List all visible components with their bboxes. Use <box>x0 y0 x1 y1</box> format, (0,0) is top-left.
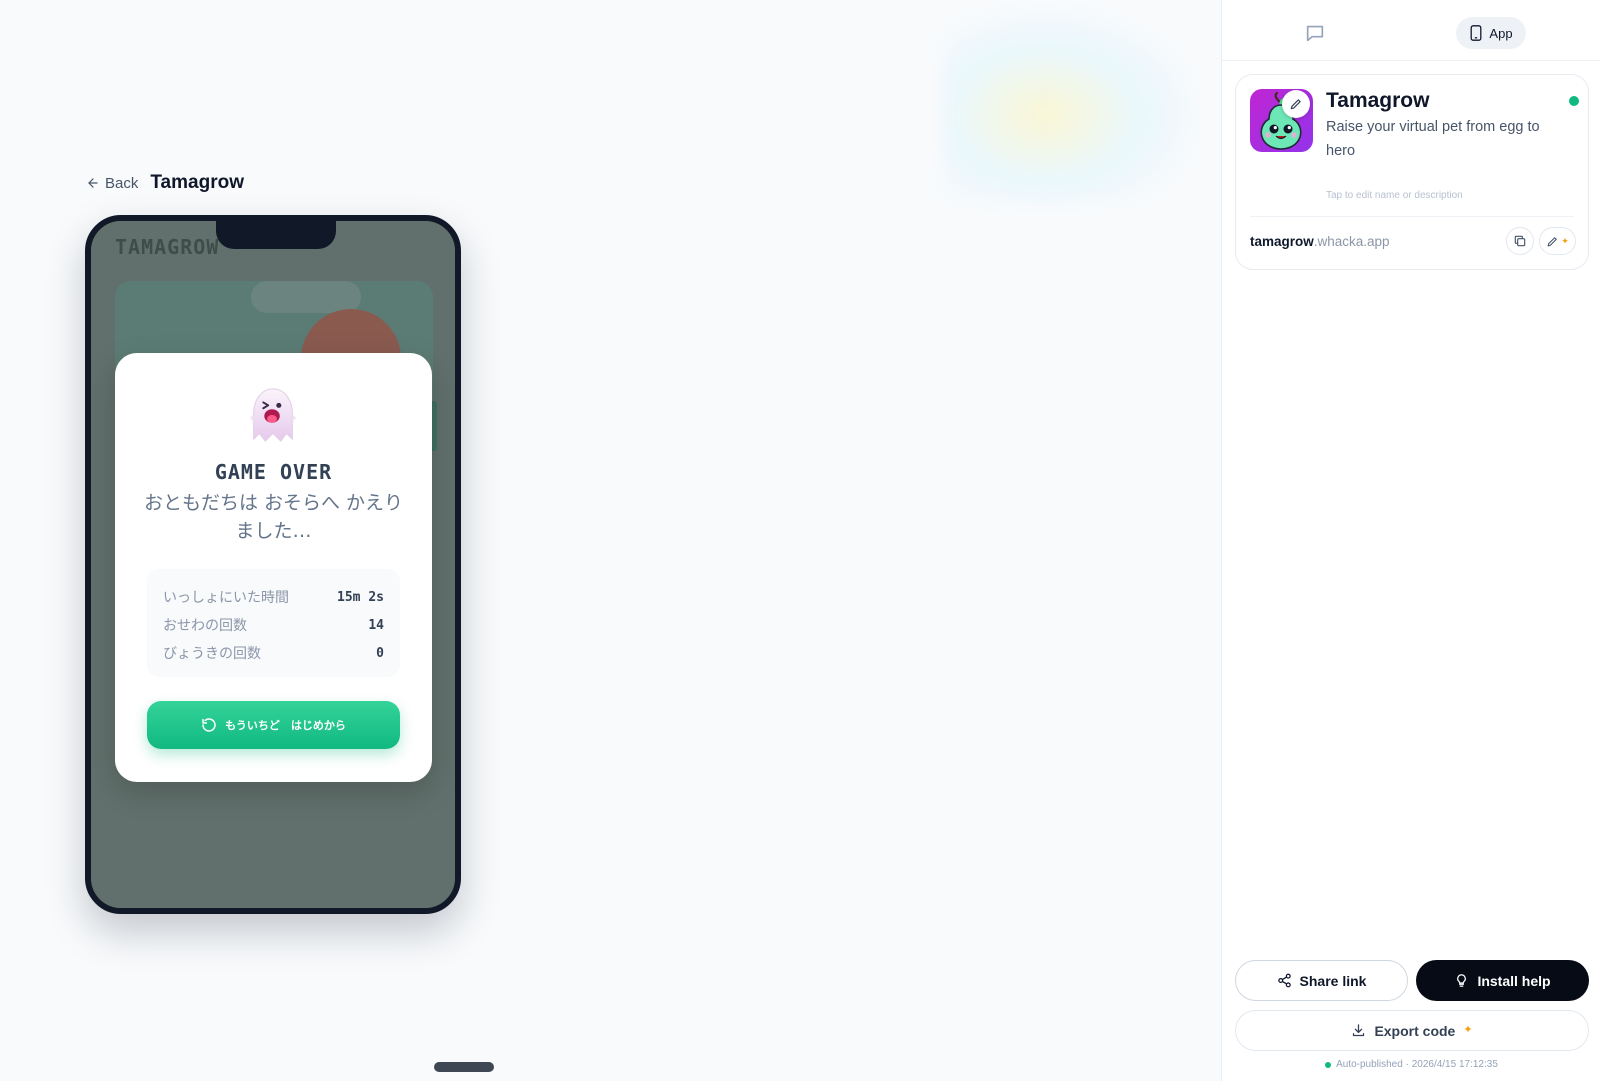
published-text: Auto-published · 2026/4/15 17:12:35 <box>1336 1059 1498 1070</box>
stat-row-sickness: びょうきの回数 0 <box>163 639 384 667</box>
stat-row-time: いっしょにいた時間 15m 2s <box>163 583 384 611</box>
restart-icon <box>202 718 216 732</box>
export-code-button[interactable]: Export code ✦ <box>1235 1010 1589 1051</box>
sparkle-icon: ✦ <box>1463 1024 1473 1036</box>
stat-label: いっしょにいた時間 <box>163 590 289 606</box>
share-link-label: Share link <box>1299 972 1367 989</box>
arrow-left-icon <box>88 178 98 188</box>
sparkle-icon: ✦ <box>1561 235 1569 246</box>
tab-app[interactable]: App <box>1456 17 1526 49</box>
stat-value: 0 <box>376 645 384 661</box>
home-indicator <box>434 1062 494 1072</box>
url-subdomain: tamagrow <box>1250 234 1314 249</box>
copy-url-button[interactable] <box>1506 227 1534 255</box>
stat-label: びょうきの回数 <box>163 646 261 662</box>
share-link-button[interactable]: Share link <box>1235 960 1408 1001</box>
panel-tabs: App <box>1222 0 1600 61</box>
published-dot <box>1325 1061 1332 1068</box>
page-title: Tamagrow <box>150 172 244 193</box>
stat-row-care: おせわの回数 14 <box>163 611 384 639</box>
chat-bubble-icon[interactable] <box>1304 22 1326 44</box>
share-icon <box>1277 973 1291 988</box>
stat-label: おせわの回数 <box>163 618 247 634</box>
stats-box: いっしょにいた時間 15m 2s おせわの回数 14 びょうきの回数 0 <box>147 569 400 677</box>
stat-value: 15m 2s <box>337 589 384 605</box>
preview-canvas: Back Tamagrow TAMAGROW GAME OVER おともだちは … <box>0 0 1221 1081</box>
copy-icon <box>1514 235 1526 247</box>
preview-header: Back Tamagrow <box>86 172 244 194</box>
decorative-glow <box>945 10 1195 200</box>
publish-status: Auto-published · 2026/4/15 17:12:35 <box>1222 1059 1600 1070</box>
pencil-icon <box>1290 99 1301 110</box>
app-info-card: Tamagrow Raise your virtual pet from egg… <box>1235 74 1589 270</box>
install-help-label: Install help <box>1477 972 1551 989</box>
install-help-button[interactable]: Install help <box>1416 960 1589 1001</box>
game-over-message: おともだちは おそらへ かえりました… <box>143 492 404 542</box>
restart-button[interactable]: もういちど はじめから <box>147 701 400 749</box>
export-code-label: Export code <box>1374 1022 1456 1039</box>
edit-icon-button[interactable] <box>1282 90 1310 118</box>
ghost-icon <box>249 388 297 442</box>
stat-value: 14 <box>368 617 384 633</box>
back-button[interactable]: Back <box>86 175 138 192</box>
download-icon <box>1353 1024 1365 1037</box>
restart-label: もういちど はじめから <box>225 720 346 732</box>
edit-hint: Tap to edit name or description <box>1326 190 1463 201</box>
phone-icon <box>1470 25 1482 41</box>
edit-url-button[interactable]: ✦ <box>1539 227 1576 255</box>
game-over-title: GAME OVER <box>214 460 333 484</box>
online-status-dot <box>1569 96 1579 106</box>
pencil-icon <box>1547 236 1558 246</box>
app-description[interactable]: Raise your virtual pet from egg to hero <box>1326 115 1566 163</box>
phone-frame: TAMAGROW GAME OVER おともだちは おそらへ かえりました… い… <box>85 215 461 914</box>
lightbulb-icon <box>1457 974 1467 987</box>
game-background-title: TAMAGROW <box>115 235 220 259</box>
tab-app-label: App <box>1489 25 1513 41</box>
app-name[interactable]: Tamagrow <box>1326 89 1429 113</box>
game-scene-pill <box>251 281 361 313</box>
game-over-dialog: GAME OVER おともだちは おそらへ かえりました… いっしょにいた時間 … <box>115 353 432 782</box>
url-domain: .whacka.app <box>1313 234 1390 249</box>
card-divider <box>1250 216 1574 217</box>
back-label: Back <box>105 174 139 192</box>
side-panel: App Tamagrow Raise your virtual pet from… <box>1221 0 1600 1081</box>
app-url[interactable]: tamagrow.whacka.app <box>1250 234 1390 249</box>
phone-notch <box>216 221 336 249</box>
